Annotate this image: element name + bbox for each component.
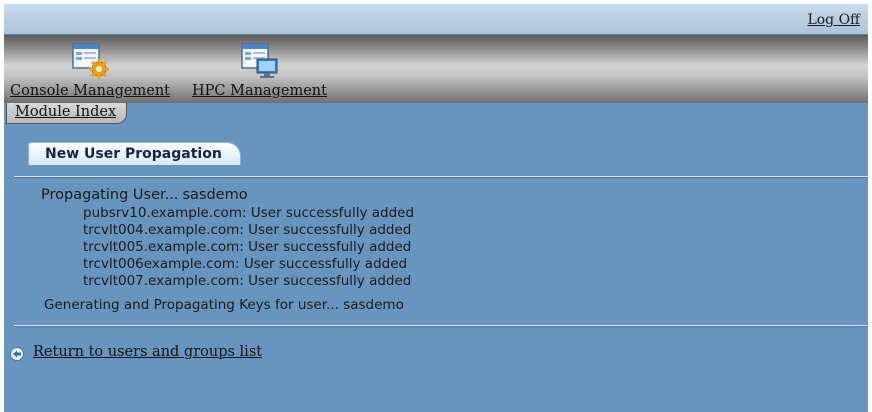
hpc-management-icon (241, 43, 278, 78)
divider (14, 176, 868, 178)
host-result: pubsrv10.example.com: User successfully … (83, 205, 415, 221)
propagating-user-line: Propagating User... sasdemo (41, 185, 414, 205)
propagating-label: Propagating User... (41, 187, 179, 203)
header-bar: Log Off (4, 4, 868, 35)
console-management-label: Console Management (10, 83, 170, 99)
console-management-button[interactable]: Console Management (10, 41, 170, 99)
keys-propagation-line: Generating and Propagating Keys for user… (44, 296, 414, 314)
host-results-list: pubsrv10.example.com: User successfully … (41, 205, 414, 290)
app-window: Log Off Console Management HPC Managemen… (4, 0, 868, 412)
keys-label: Generating and Propagating Keys for user… (44, 297, 339, 313)
section-title-tab: New User Propagation (28, 142, 241, 165)
back-arrow-icon (10, 347, 24, 361)
hpc-management-label: HPC Management (192, 83, 327, 99)
host-result: trcvlt006example.com: User successfully … (83, 256, 408, 272)
hpc-management-button[interactable]: HPC Management (192, 41, 327, 99)
application-toolbar: Console Management HPC Management (4, 35, 868, 103)
return-label: Return to users and groups list (33, 344, 263, 360)
module-bar: Module Index (4, 103, 868, 125)
host-result: trcvlt004.example.com: User successfully… (83, 222, 412, 238)
module-index-tab[interactable]: Module Index (6, 103, 128, 124)
propagation-output: Propagating User... sasdemo pubsrv10.exam… (41, 185, 414, 314)
host-result: trcvlt007.example.com: User successfully… (83, 273, 412, 289)
log-off-link[interactable]: Log Off (807, 12, 860, 28)
console-management-icon (72, 43, 109, 79)
host-result: trcvlt005.example.com: User successfully… (83, 239, 412, 255)
divider (14, 325, 868, 327)
keys-username: sasdemo (343, 297, 404, 313)
propagating-username: sasdemo (182, 187, 248, 203)
return-to-users-link[interactable]: Return to users and groups list (10, 343, 262, 361)
